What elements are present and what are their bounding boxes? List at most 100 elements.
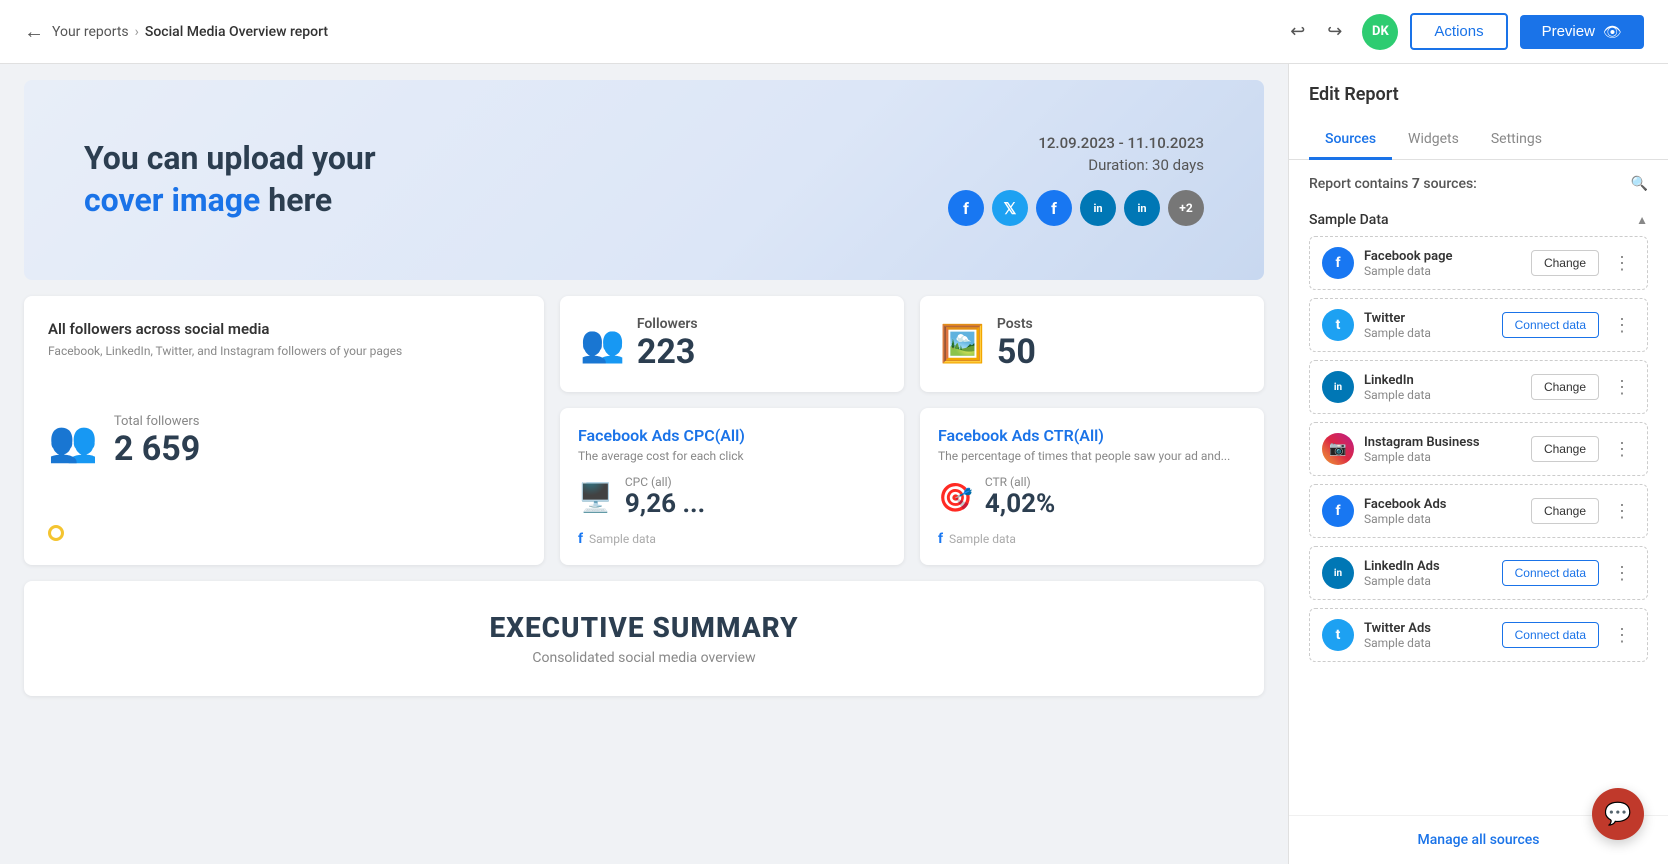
social-icon-linkedin2[interactable]: in	[1124, 190, 1160, 226]
source-info: Twitter Ads Sample data	[1364, 621, 1492, 650]
preview-button[interactable]: Preview 👁	[1520, 15, 1644, 49]
source-more-button[interactable]: ⋮	[1609, 501, 1635, 522]
cpc-footer-icon: f	[578, 531, 583, 547]
ctr-card: Facebook Ads CTR(All) The percentage of …	[920, 408, 1264, 565]
source-action-button[interactable]: Change	[1531, 250, 1599, 276]
avatar[interactable]: DK	[1362, 14, 1398, 50]
social-icon-facebook[interactable]: f	[948, 190, 984, 226]
posts-icon: 🖼️	[940, 323, 985, 365]
source-name: Facebook Ads	[1364, 497, 1521, 512]
source-more-button[interactable]: ⋮	[1609, 563, 1635, 584]
source-action-button[interactable]: Connect data	[1502, 560, 1599, 586]
social-icon-more[interactable]: +2	[1168, 190, 1204, 226]
source-sub: Sample data	[1364, 574, 1492, 588]
source-items-container: f Facebook page Sample data Change ⋮ t T…	[1309, 236, 1648, 662]
source-sub: Sample data	[1364, 636, 1492, 650]
cover-here: here	[260, 181, 332, 219]
ctr-sub-label: CTR (all)	[985, 475, 1055, 489]
breadcrumb: Your reports › Social Media Overview rep…	[52, 24, 328, 40]
preview-label: Preview	[1542, 23, 1595, 40]
source-more-button[interactable]: ⋮	[1609, 625, 1635, 646]
ctr-icon: 🎯	[938, 481, 973, 514]
back-button[interactable]: ←	[24, 19, 44, 44]
sources-count-num: 7	[1412, 176, 1420, 192]
source-more-button[interactable]: ⋮	[1609, 439, 1635, 460]
breadcrumb-link[interactable]: Your reports	[52, 24, 129, 40]
sources-search-icon[interactable]: 🔍	[1631, 176, 1648, 192]
source-info: Facebook page Sample data	[1364, 249, 1521, 278]
stats-grid: All followers across social media Facebo…	[24, 296, 1264, 565]
total-followers-label: Total followers	[114, 414, 200, 429]
source-icon: 📷	[1322, 433, 1354, 465]
right-panel: Edit Report Sources Widgets Settings Rep…	[1288, 64, 1668, 864]
source-item: in LinkedIn Sample data Change ⋮	[1309, 360, 1648, 414]
source-more-button[interactable]: ⋮	[1609, 377, 1635, 398]
panel-header: Edit Report Sources Widgets Settings	[1289, 64, 1668, 160]
tab-sources[interactable]: Sources	[1309, 121, 1392, 160]
source-sub: Sample data	[1364, 326, 1492, 340]
breadcrumb-separator: ›	[135, 24, 139, 40]
source-sub: Sample data	[1364, 388, 1521, 402]
source-item: 📷 Instagram Business Sample data Change …	[1309, 422, 1648, 476]
actions-button[interactable]: Actions	[1410, 13, 1507, 50]
sources-count: Report contains 7 sources: 🔍	[1309, 176, 1648, 192]
followers-card: 👥 Followers 223	[560, 296, 904, 392]
source-item: t Twitter Sample data Connect data ⋮	[1309, 298, 1648, 352]
source-info: LinkedIn Sample data	[1364, 373, 1521, 402]
total-followers-block: 👥 Total followers 2 659	[48, 414, 520, 469]
right-bottom-col: 🖼️ Posts 50 Facebook Ads CTR(All) The pe…	[920, 296, 1264, 565]
source-name: Instagram Business	[1364, 435, 1521, 450]
cover-section: You can upload your cover image here 12.…	[24, 80, 1264, 280]
social-icon-twitter[interactable]: 𝕏	[992, 190, 1028, 226]
exec-title: EXECUTIVE SUMMARY	[54, 611, 1234, 644]
source-more-button[interactable]: ⋮	[1609, 253, 1635, 274]
exec-sub: Consolidated social media overview	[54, 650, 1234, 666]
tab-widgets[interactable]: Widgets	[1392, 121, 1475, 160]
cpc-card: Facebook Ads CPC(All) The average cost f…	[560, 408, 904, 565]
source-action-button[interactable]: Change	[1531, 436, 1599, 462]
posts-value: 50	[997, 332, 1036, 372]
preview-icon: 👁	[1603, 23, 1622, 41]
followers-value: 223	[637, 332, 698, 372]
cover-duration: Duration: 30 days	[948, 156, 1204, 174]
source-icon: in	[1322, 371, 1354, 403]
chat-button[interactable]: 💬	[1592, 788, 1644, 840]
cover-date-block: 12.09.2023 - 11.10.2023 Duration: 30 day…	[948, 134, 1204, 226]
ctr-value: 4,02%	[985, 489, 1055, 519]
source-item: f Facebook Ads Sample data Change ⋮	[1309, 484, 1648, 538]
sources-count-text: Report contains	[1309, 176, 1408, 192]
source-icon: t	[1322, 309, 1354, 341]
executive-summary: EXECUTIVE SUMMARY Consolidated social me…	[24, 581, 1264, 696]
header: ← Your reports › Social Media Overview r…	[0, 0, 1668, 64]
source-info: Twitter Sample data	[1364, 311, 1492, 340]
social-icon-facebook2[interactable]: f	[1036, 190, 1072, 226]
header-left: ← Your reports › Social Media Overview r…	[24, 19, 328, 44]
all-followers-card: All followers across social media Facebo…	[24, 296, 544, 565]
cpc-title: Facebook Ads CPC(All)	[578, 426, 886, 445]
all-followers-title: All followers across social media	[48, 320, 520, 338]
followers-icon: 👥	[580, 323, 625, 365]
source-action-button[interactable]: Change	[1531, 498, 1599, 524]
source-name: Facebook page	[1364, 249, 1521, 264]
panel-body: Report contains 7 sources: 🔍 Sample Data…	[1289, 160, 1668, 815]
undo-button[interactable]: ↩	[1282, 17, 1313, 46]
source-action-button[interactable]: Change	[1531, 374, 1599, 400]
social-icons-row: f 𝕏 f in in +2	[948, 190, 1204, 226]
followers-people-icon: 👥	[48, 418, 98, 465]
panel-tabs: Sources Widgets Settings	[1289, 121, 1668, 160]
social-icon-linkedin[interactable]: in	[1080, 190, 1116, 226]
right-top-col: 👥 Followers 223 Facebook Ads CPC(All) Th…	[560, 296, 904, 565]
source-sub: Sample data	[1364, 264, 1521, 278]
source-more-button[interactable]: ⋮	[1609, 315, 1635, 336]
tab-settings[interactable]: Settings	[1475, 121, 1558, 160]
header-right: ↩ ↪ DK Actions Preview 👁	[1282, 13, 1644, 50]
source-sub: Sample data	[1364, 512, 1521, 526]
sample-data-group[interactable]: Sample Data ▲	[1309, 204, 1648, 236]
source-action-button[interactable]: Connect data	[1502, 622, 1599, 648]
source-action-button[interactable]: Connect data	[1502, 312, 1599, 338]
all-followers-sub: Facebook, LinkedIn, Twitter, and Instagr…	[48, 344, 520, 358]
source-name: LinkedIn	[1364, 373, 1521, 388]
ctr-title: Facebook Ads CTR(All)	[938, 426, 1246, 445]
redo-button[interactable]: ↪	[1319, 17, 1350, 46]
cpc-footer-text: Sample data	[589, 532, 656, 546]
